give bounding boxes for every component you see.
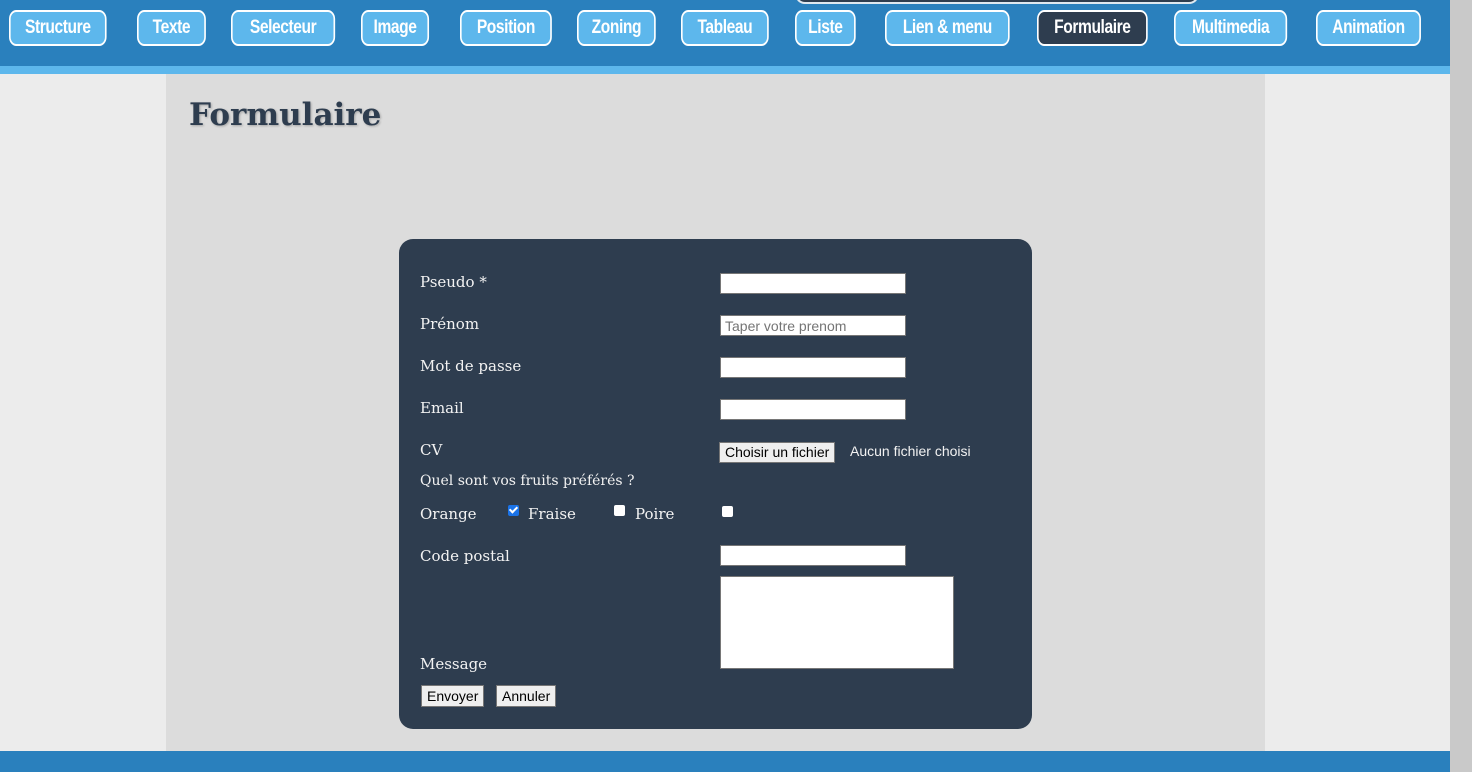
nav-tableau-button[interactable]: Tableau — [681, 10, 769, 46]
fruit-label-poire: Poire — [635, 505, 675, 523]
cv-label: CV — [420, 441, 443, 459]
nav-image-button[interactable]: Image — [361, 10, 430, 46]
nav-position-button[interactable]: Position — [460, 10, 552, 46]
vertical-scrollbar[interactable] — [1450, 0, 1472, 772]
file-status-text: Aucun fichier choisi — [850, 443, 971, 459]
prenom-input[interactable] — [720, 315, 906, 336]
nav-overlay-tab — [795, 0, 1199, 4]
choose-file-button[interactable]: Choisir un fichier — [719, 442, 836, 463]
page-footer — [0, 751, 1450, 772]
nav-formulaire-button[interactable]: Formulaire — [1037, 10, 1148, 46]
nav-structure-button[interactable]: Structure — [9, 10, 107, 46]
fruit-label-fraise: Fraise — [528, 505, 576, 523]
postal-code-label: Code postal — [420, 547, 510, 565]
nav-lien-menu-button[interactable]: Lien & menu — [885, 10, 1010, 46]
fruit-label-orange: Orange — [420, 505, 477, 523]
password-label: Mot de passe — [420, 357, 522, 375]
fruit-checkbox-orange[interactable] — [508, 505, 519, 516]
message-textarea[interactable] — [720, 576, 954, 669]
postal-code-input[interactable] — [720, 545, 906, 566]
nav-selecteur-button[interactable]: Selecteur — [231, 10, 336, 46]
nav-accent-stripe — [0, 66, 1450, 74]
email-label: Email — [420, 399, 464, 417]
nav-animation-button[interactable]: Animation — [1316, 10, 1421, 46]
pseudo-label: Pseudo * — [420, 273, 487, 291]
nav-zoning-button[interactable]: Zoning — [577, 10, 656, 46]
submit-button[interactable]: Envoyer — [421, 685, 485, 707]
page-title: Formulaire — [189, 97, 382, 133]
nav-texte-button[interactable]: Texte — [137, 10, 206, 46]
pseudo-input[interactable] — [720, 273, 906, 294]
prenom-label: Prénom — [420, 315, 480, 333]
fruit-checkbox-poire[interactable] — [722, 506, 733, 517]
fruit-checkbox-fraise[interactable] — [614, 505, 625, 516]
nav-liste-button[interactable]: Liste — [795, 10, 856, 46]
fruits-question: Quel sont vos fruits préférés ? — [420, 473, 635, 489]
registration-form: Pseudo * Prénom Mot de passe Email CV Ch… — [399, 239, 1032, 729]
message-label: Message — [420, 655, 488, 673]
main-menu: Structure Texte Selecteur Image Position… — [0, 10, 1450, 50]
nav-multimedia-button[interactable]: Multimedia — [1174, 10, 1288, 46]
reset-button[interactable]: Annuler — [496, 685, 557, 707]
password-input[interactable] — [720, 357, 906, 378]
email-input[interactable] — [720, 399, 906, 420]
